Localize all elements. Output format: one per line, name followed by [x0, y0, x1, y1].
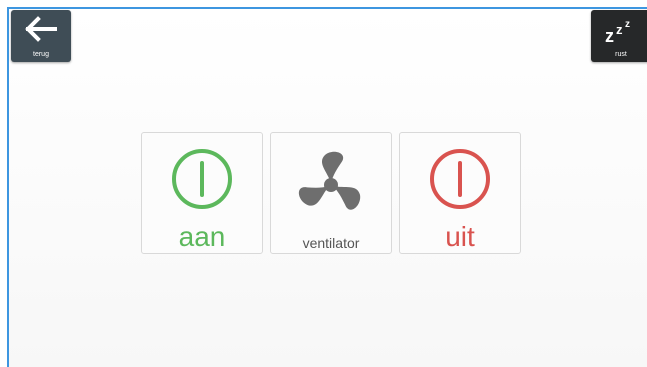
back-label: terug [33, 51, 49, 58]
device-label: ventilator [302, 235, 360, 251]
power-off-icon [430, 149, 490, 209]
off-label: uit [445, 221, 475, 252]
rest-button[interactable]: z z z rust [591, 10, 647, 62]
arrow-left-icon [25, 16, 57, 42]
svg-text:z: z [616, 22, 623, 37]
off-button[interactable]: uit [399, 132, 521, 254]
fan-icon [298, 151, 361, 210]
svg-text:z: z [605, 26, 614, 46]
on-button[interactable]: aan [141, 132, 263, 254]
on-label: aan [178, 221, 226, 252]
power-on-icon [172, 149, 232, 209]
rest-label: rust [615, 51, 627, 58]
device-tile: ventilator [270, 132, 392, 254]
back-button[interactable]: terug [11, 10, 71, 62]
svg-text:z: z [625, 19, 630, 30]
sleep-zzz-icon: z z z [605, 19, 630, 46]
